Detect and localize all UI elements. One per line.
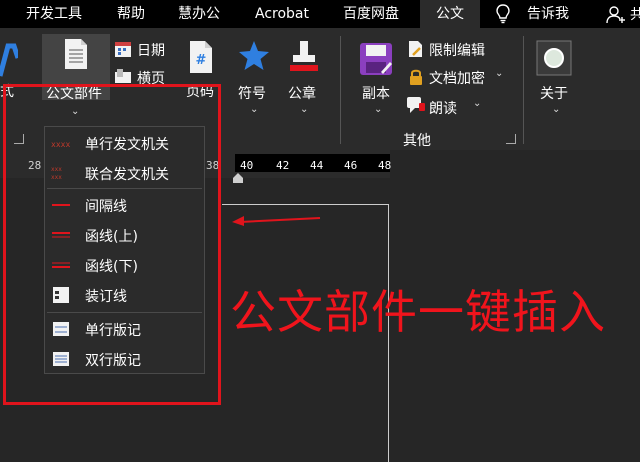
seal-label: 公章 [288,86,316,102]
chevron-down-icon: ⌄ [552,104,561,115]
ruler-tick: 46 [344,159,358,172]
chevron-down-icon: ⌄ [473,98,482,109]
read-aloud-label[interactable]: 朗读 [429,98,457,118]
indent-marker-icon[interactable] [233,168,243,183]
style-icon-partial[interactable] [0,42,21,82]
tab-gongwen[interactable]: 公文 [420,0,480,28]
date-button-label[interactable]: 日期 [137,40,165,60]
dialog-launcher-icon[interactable] [506,134,516,144]
ruler-tick: 42 [276,159,290,172]
group-separator [523,36,524,144]
menu-bar: 开发工具 帮助 慧办公 Acrobat 百度网盘 公文 告诉我 共 [0,0,640,28]
tab-developer[interactable]: 开发工具 [26,0,82,28]
chevron-down-icon: ⌄ [495,68,504,79]
group-separator [340,36,341,144]
arrow-left-icon [230,212,322,228]
save-copy-icon[interactable] [359,42,393,76]
stamp-icon[interactable] [288,40,320,74]
doc-encrypt-label[interactable]: 文档加密 [429,68,485,88]
symbol-label: 符号 [238,86,266,102]
about-icon[interactable] [536,40,572,76]
share-person-icon[interactable] [606,6,626,24]
lock-icon[interactable] [408,68,424,86]
restrict-edit-icon[interactable] [408,40,424,58]
star-symbol-icon[interactable] [238,40,270,72]
annotation-text: 公文部件一键插入 [230,285,606,339]
page-number-icon[interactable]: # [188,40,214,74]
group-other-label: 其他 [403,133,431,149]
ruler-tick: 48 [378,159,392,172]
chevron-down-icon: ⌄ [374,104,383,115]
copy-label: 副本 [362,86,390,102]
tab-acrobat[interactable]: Acrobat [255,0,309,28]
chevron-down-icon: ⌄ [300,104,309,115]
about-label: 关于 [540,86,568,102]
ruler-tick: 44 [310,159,324,172]
share-label-cut: 共 [630,7,640,23]
svg-text:#: # [196,53,207,68]
lightbulb-icon[interactable] [496,4,510,24]
restrict-edit-label[interactable]: 限制编辑 [429,40,485,60]
highlight-box [3,84,221,405]
page-top-edge [222,204,389,205]
tell-me-search[interactable]: 告诉我 [527,0,569,28]
tab-help[interactable]: 帮助 [117,0,145,28]
tab-huibangong[interactable]: 慧办公 [178,0,220,28]
document-parts-icon [62,38,90,70]
tab-baidu-netdisk[interactable]: 百度网盘 [343,0,399,28]
calendar-icon[interactable] [114,40,132,58]
read-aloud-icon[interactable] [406,96,426,114]
chevron-down-icon: ⌄ [250,104,259,115]
